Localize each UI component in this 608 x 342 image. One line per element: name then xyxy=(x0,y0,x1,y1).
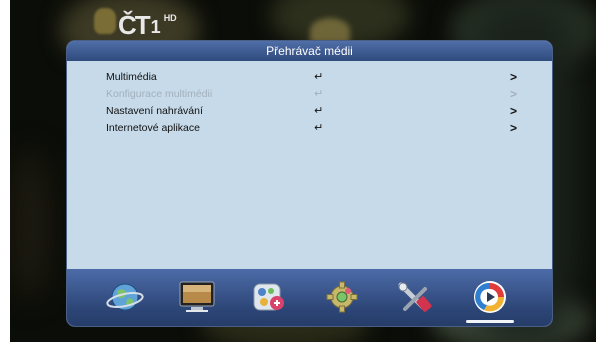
menu-item-label: Nastavení nahrávání xyxy=(106,105,203,117)
background-blur xyxy=(10,150,50,300)
channel-logo: ČT 1 HD xyxy=(118,11,177,41)
menu-item-internet-apps[interactable]: Internetové aplikace ↵ > xyxy=(67,120,552,137)
channel-logo-text: ČT xyxy=(118,10,151,40)
dock-item-internet[interactable] xyxy=(105,277,145,317)
background-lantern xyxy=(94,8,116,34)
menu-item-label: Internetové aplikace xyxy=(106,122,200,134)
chevron-right-icon: > xyxy=(510,121,518,135)
menu-item-label: Konfigurace multimédii xyxy=(106,88,213,100)
media-player-icon xyxy=(474,281,506,313)
enter-icon: ↵ xyxy=(314,71,324,83)
dock-item-media-player[interactable] xyxy=(466,277,514,323)
satellite-tools-icon xyxy=(398,282,432,312)
menu-item-media-config: Konfigurace multimédii ↵ > xyxy=(67,86,552,103)
monitor-icon xyxy=(179,281,215,312)
dock-item-display[interactable] xyxy=(177,277,217,317)
icon-dock xyxy=(67,269,552,326)
background-leaves xyxy=(310,18,350,43)
menu-list: Multimédia ↵ > Konfigurace multimédii ↵ … xyxy=(67,69,552,137)
menu-item-multimedia[interactable]: Multimédia ↵ > xyxy=(67,69,552,86)
dock-item-installation[interactable] xyxy=(395,277,435,317)
panel-title: Přehrávač médii xyxy=(67,41,552,61)
menu-item-recording-settings[interactable]: Nastavení nahrávání ↵ > xyxy=(67,103,552,120)
enter-icon: ↵ xyxy=(314,122,324,134)
enter-icon: ↵ xyxy=(314,105,324,117)
dock-item-settings-panel[interactable] xyxy=(250,277,290,317)
chevron-right-icon: > xyxy=(510,104,518,118)
settings-panel-icon xyxy=(253,283,284,311)
globe-icon xyxy=(106,283,144,311)
dock-item-system[interactable] xyxy=(322,277,362,317)
hd-badge: HD xyxy=(163,13,177,23)
chevron-right-icon: > xyxy=(510,70,518,84)
media-player-panel: Přehrávač médii Multimédia ↵ > Konfigura… xyxy=(67,41,552,326)
channel-number: 1 xyxy=(150,17,161,37)
menu-item-label: Multimédia xyxy=(106,71,157,83)
enter-icon: ↵ xyxy=(314,88,324,100)
chevron-right-icon: > xyxy=(510,87,518,101)
gear-icon xyxy=(326,281,358,313)
